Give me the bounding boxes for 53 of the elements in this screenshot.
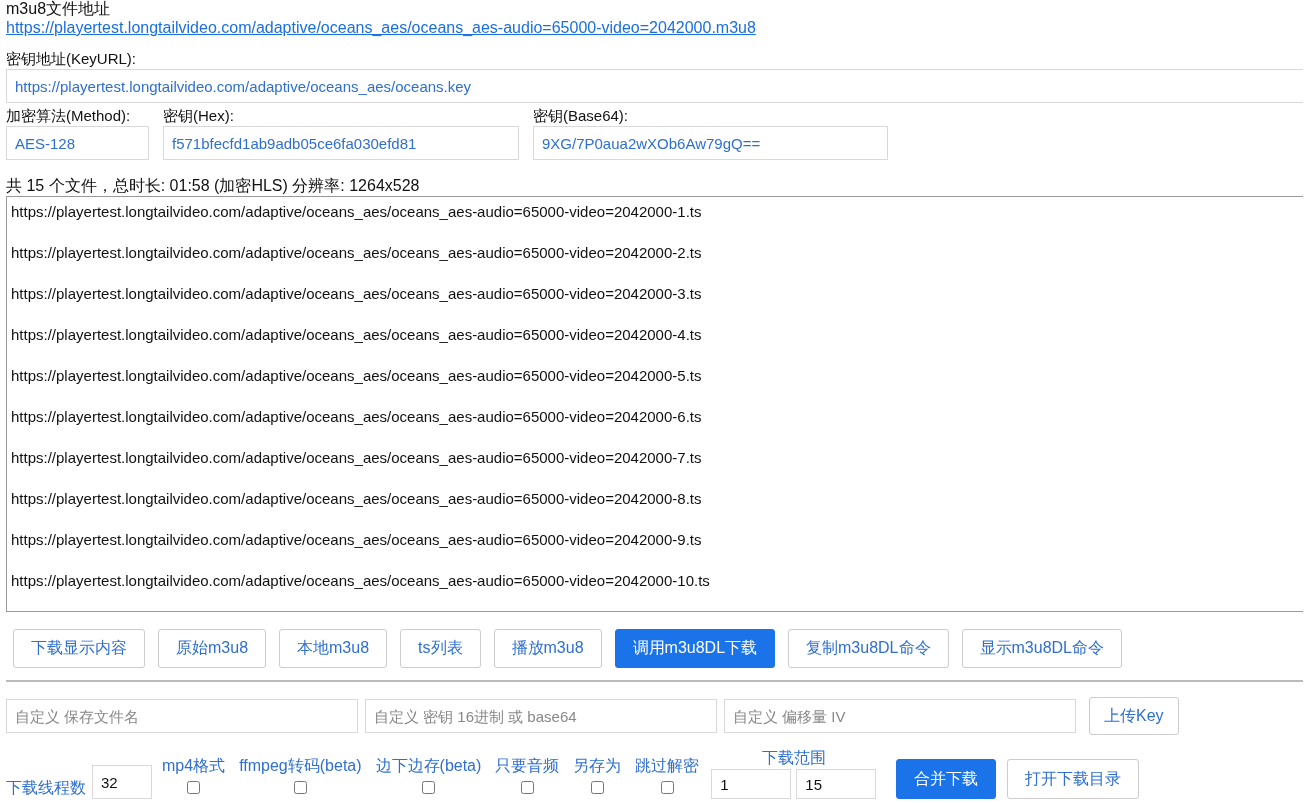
action-button[interactable]: 调用m3u8DL下载 (614, 629, 776, 668)
ts-url-line: https://playertest.longtailvideo.com/adaptive/oceans_aes/oceans_aes-audio=65000-video=2042000-4.ts (11, 325, 703, 345)
custom-field[interactable]: 自定义 密钥 16进制 或 base64 (365, 699, 717, 733)
key-field-label: 密钥(Hex): (163, 106, 235, 126)
key-field[interactable]: f571bfecfd1ab9adb05ce6fa030efd81 (163, 126, 519, 160)
m3u8-url-label: m3u8文件地址 (6, 0, 112, 17)
custom-field[interactable]: 自定义 偏移量 IV (724, 699, 1076, 733)
threads-field[interactable]: 32 (92, 765, 152, 799)
option-label: mp4格式 (162, 756, 226, 776)
option-label: 另存为 (573, 756, 622, 776)
upload-key-button[interactable]: 上传Key (1089, 697, 1179, 735)
ts-url-line: https://playertest.longtailvideo.com/adaptive/oceans_aes/oceans_aes-audio=65000-video=2042000-10.ts (11, 571, 711, 591)
action-button[interactable]: ts列表 (400, 629, 481, 668)
action-button[interactable]: 播放m3u8 (493, 629, 602, 668)
option-checkbox[interactable] (421, 781, 435, 794)
action-button[interactable]: 本地m3u8 (279, 629, 388, 668)
option-label: 边下边存(beta) (375, 756, 482, 776)
action-button[interactable]: 原始m3u8 (158, 629, 267, 668)
ts-url-line: https://playertest.longtailvideo.com/adaptive/oceans_aes/oceans_aes-audio=65000-video=2042000-1.ts (11, 202, 703, 222)
option-checkbox[interactable] (520, 781, 534, 794)
option-checkbox[interactable] (590, 781, 604, 794)
option-checkbox[interactable] (660, 781, 674, 794)
ts-url-line: https://playertest.longtailvideo.com/adaptive/oceans_aes/oceans_aes-audio=65000-video=2042000-5.ts (11, 366, 703, 386)
action-button[interactable]: 下载显示内容 (13, 629, 145, 668)
m3u8-url-link[interactable]: https://playertest.longtailvideo.com/adaptive/oceans_aes/oceans_aes-audio=65000-video=2042000.m3u8 (6, 17, 1303, 39)
ts-url-line: https://playertest.longtailvideo.com/adaptive/oceans_aes/oceans_aes-audio=65000-video=2042000-8.ts (11, 489, 703, 509)
range-label: 下载范围 (761, 748, 826, 768)
range-from-field[interactable]: 1 (711, 769, 792, 799)
ts-url-line: https://playertest.longtailvideo.com/adaptive/oceans_aes/oceans_aes-audio=65000-video=2042000-3.ts (11, 284, 703, 304)
range-to-field[interactable]: 15 (796, 769, 877, 799)
action-button[interactable]: 显示m3u8DL命令 (961, 629, 1122, 668)
option-label: 跳过解密 (635, 756, 700, 776)
ts-list-area[interactable] (6, 196, 1303, 612)
key-field[interactable]: 9XG/7P0aua2wXOb6Aw79gQ== (533, 126, 888, 160)
ts-url-line: https://playertest.longtailvideo.com/adaptive/oceans_aes/oceans_aes-audio=65000-video=2042000-2.ts (11, 243, 703, 263)
custom-field[interactable]: 自定义 保存文件名 (6, 699, 358, 733)
key-field[interactable]: AES-128 (6, 126, 149, 160)
action-button[interactable]: 复制m3u8DL命令 (788, 629, 949, 668)
key-field-label: 加密算法(Method): (6, 106, 132, 126)
key-url-field[interactable]: https://playertest.longtailvideo.com/adaptive/oceans_aes/oceans.key (6, 69, 1303, 103)
ts-url-line: https://playertest.longtailvideo.com/adaptive/oceans_aes/oceans_aes-audio=65000-video=2042000-7.ts (11, 448, 703, 468)
summary-text: 共 15 个文件，总时长: 01:58 (加密HLS) 分辨率: 1264x528 (6, 176, 421, 196)
ts-url-line: https://playertest.longtailvideo.com/adaptive/oceans_aes/oceans_aes-audio=65000-video=2042000-6.ts (11, 407, 703, 427)
ts-url-line: https://playertest.longtailvideo.com/adaptive/oceans_aes/oceans_aes-audio=65000-video=2042000-9.ts (11, 530, 703, 550)
merge-download-button[interactable]: 合并下载 (896, 759, 997, 799)
option-label: 只要音频 (495, 756, 560, 776)
key-field-label: 密钥(Base64): (533, 106, 630, 126)
option-checkbox[interactable] (293, 781, 307, 794)
open-folder-button[interactable]: 打开下载目录 (1007, 759, 1140, 799)
key-url-label: 密钥地址(KeyURL): (6, 49, 137, 69)
threads-label: 下载线程数 (6, 778, 86, 798)
option-checkbox[interactable] (187, 781, 201, 794)
option-label: ffmpeg转码(beta) (239, 756, 362, 776)
